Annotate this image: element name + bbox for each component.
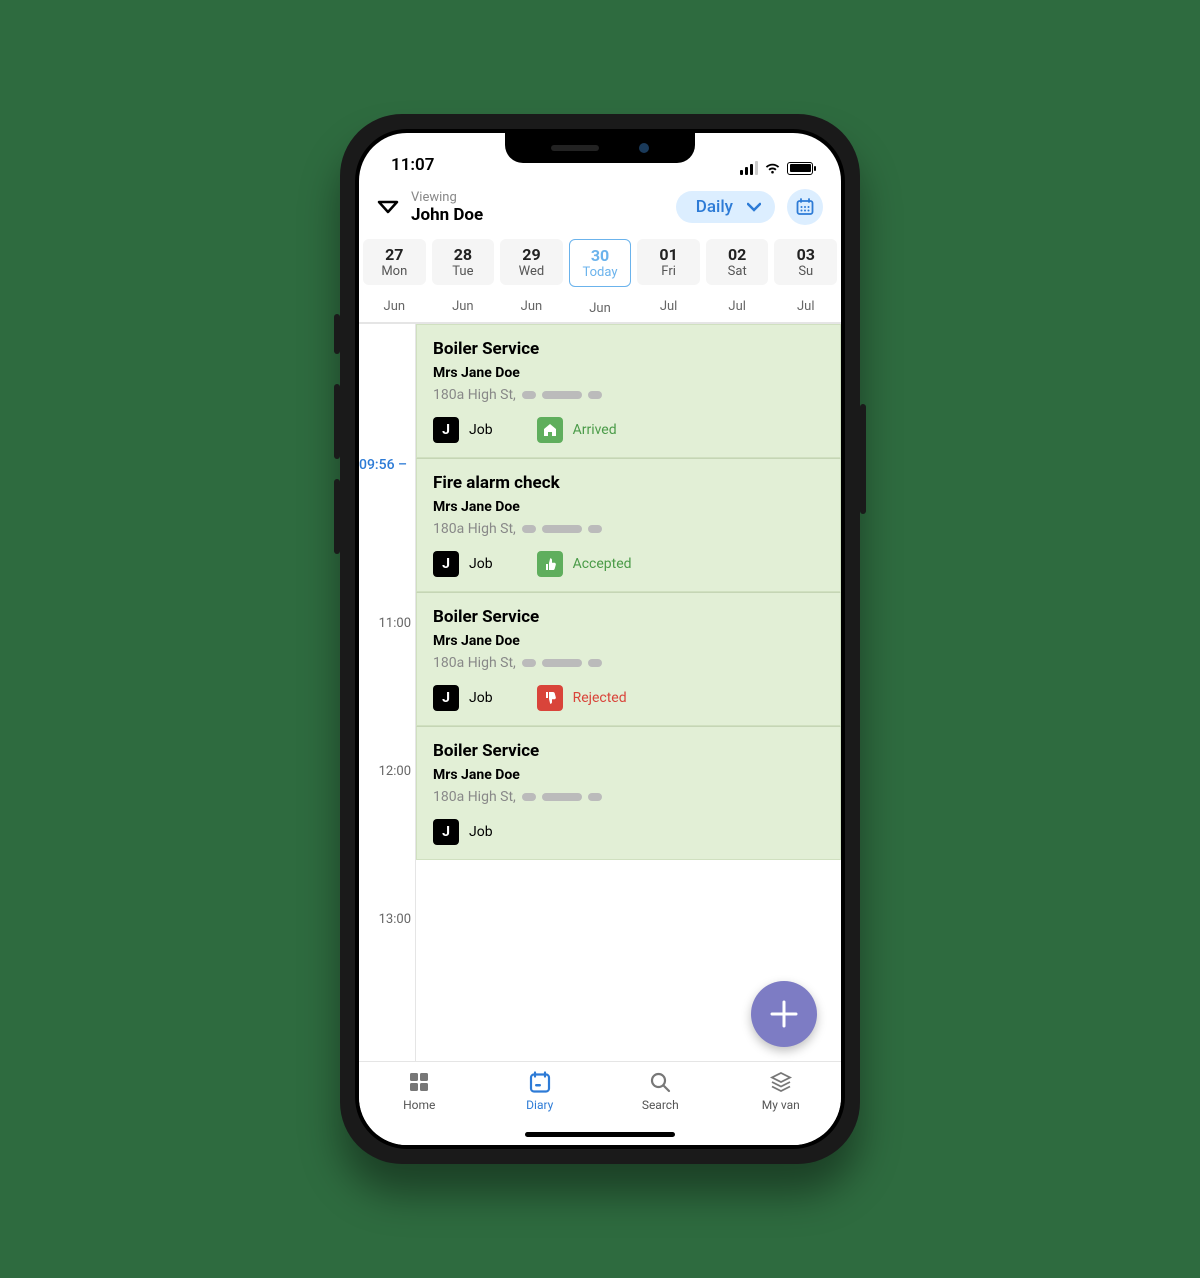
- date-number: 03: [776, 245, 835, 264]
- job-label: Job: [469, 556, 493, 572]
- date-number: 29: [502, 245, 561, 264]
- event-card[interactable]: Boiler Service Mrs Jane Doe 180a High St…: [416, 324, 841, 458]
- wifi-icon: [764, 162, 781, 175]
- date-number: 02: [708, 245, 767, 264]
- date-dow: Fri: [639, 264, 698, 279]
- date-dow: Today: [572, 265, 629, 280]
- date-month: Jul: [637, 285, 700, 314]
- time-label: 13:00: [379, 912, 411, 927]
- event-card[interactable]: Boiler Service Mrs Jane Doe 180a High St…: [416, 592, 841, 726]
- mute-switch: [334, 314, 340, 354]
- search-icon: [648, 1070, 672, 1094]
- event-title: Boiler Service: [433, 741, 824, 761]
- job-label: Job: [469, 690, 493, 706]
- time-column: 11:00 12:00 13:00 09:56 –: [359, 324, 415, 1061]
- arrived-icon: [537, 417, 563, 443]
- status-time: 11:07: [391, 155, 434, 175]
- calendar-button[interactable]: [787, 189, 823, 225]
- status-label: Rejected: [573, 690, 627, 706]
- date-cell[interactable]: 01Fri Jul: [637, 239, 700, 316]
- event-address: 180a High St,: [433, 521, 824, 537]
- date-cell[interactable]: 30Today Jun: [569, 239, 632, 316]
- date-strip[interactable]: 27Mon Jun 28Tue Jun 29Wed Jun 30Today Jun 01Fri J…: [359, 239, 841, 322]
- tab-home[interactable]: Home: [359, 1070, 480, 1145]
- rejected-icon: [537, 685, 563, 711]
- event-customer: Mrs Jane Doe: [433, 499, 824, 515]
- power-button: [860, 404, 866, 514]
- date-month: Jun: [363, 285, 426, 314]
- home-indicator[interactable]: [525, 1132, 675, 1137]
- event-address: 180a High St,: [433, 387, 824, 403]
- status-label: Arrived: [573, 422, 617, 438]
- viewing-label: Viewing: [411, 190, 664, 205]
- date-month: Jul: [706, 285, 769, 314]
- time-label: 12:00: [379, 764, 411, 779]
- date-cell[interactable]: 28Tue Jun: [432, 239, 495, 316]
- time-label: 11:00: [379, 616, 411, 631]
- volume-down: [334, 479, 340, 554]
- event-address: 180a High St,: [433, 655, 824, 671]
- date-month: Jun: [569, 287, 632, 316]
- date-dow: Su: [776, 264, 835, 279]
- job-label: Job: [469, 824, 493, 840]
- date-number: 27: [365, 245, 424, 264]
- job-badge: J: [433, 417, 459, 443]
- event-customer: Mrs Jane Doe: [433, 767, 824, 783]
- date-dow: Tue: [434, 264, 493, 279]
- date-cell[interactable]: 03Su Jul: [774, 239, 837, 316]
- stack-icon: [769, 1070, 793, 1094]
- date-dow: Sat: [708, 264, 767, 279]
- events-column: Boiler Service Mrs Jane Doe 180a High St…: [415, 324, 841, 1061]
- tab-label: Diary: [526, 1098, 553, 1112]
- user-name: John Doe: [411, 205, 664, 225]
- chevron-down-icon: [747, 202, 761, 212]
- home-icon: [407, 1070, 431, 1094]
- event-customer: Mrs Jane Doe: [433, 633, 824, 649]
- accepted-icon: [537, 551, 563, 577]
- date-month: Jun: [500, 285, 563, 314]
- job-label: Job: [469, 422, 493, 438]
- date-cell[interactable]: 29Wed Jun: [500, 239, 563, 316]
- now-time-label: 09:56 –: [359, 457, 411, 473]
- event-address: 180a High St,: [433, 789, 824, 805]
- app-header: Viewing John Doe Daily: [359, 179, 841, 239]
- date-month: Jul: [774, 285, 837, 314]
- battery-icon: [787, 162, 813, 175]
- event-card[interactable]: Boiler Service Mrs Jane Doe 180a High St…: [416, 726, 841, 860]
- date-dow: Wed: [502, 264, 561, 279]
- event-customer: Mrs Jane Doe: [433, 365, 824, 381]
- event-title: Boiler Service: [433, 607, 824, 627]
- event-title: Fire alarm check: [433, 473, 824, 493]
- volume-up: [334, 384, 340, 459]
- phone-frame: 11:07 Viewing John Doe Daily: [340, 114, 860, 1164]
- tab-label: Home: [403, 1098, 435, 1112]
- event-card[interactable]: Fire alarm check Mrs Jane Doe 180a High …: [416, 458, 841, 592]
- date-number: 28: [434, 245, 493, 264]
- schedule-view[interactable]: 11:00 12:00 13:00 09:56 – Boiler Service Mr…: [359, 323, 841, 1061]
- plus-icon: [767, 997, 801, 1031]
- dropdown-icon[interactable]: [377, 198, 399, 216]
- notch: [505, 133, 695, 163]
- status-label: Accepted: [573, 556, 632, 572]
- date-dow: Mon: [365, 264, 424, 279]
- diary-icon: [528, 1070, 552, 1094]
- job-badge: J: [433, 685, 459, 711]
- view-mode-selector[interactable]: Daily: [676, 191, 775, 223]
- add-button[interactable]: [751, 981, 817, 1047]
- job-badge: J: [433, 819, 459, 845]
- view-mode-label: Daily: [696, 197, 733, 217]
- job-badge: J: [433, 551, 459, 577]
- date-cell[interactable]: 27Mon Jun: [363, 239, 426, 316]
- date-number: 01: [639, 245, 698, 264]
- tab-myvan[interactable]: My van: [721, 1070, 842, 1145]
- date-month: Jun: [432, 285, 495, 314]
- signal-icon: [740, 161, 758, 175]
- date-number: 30: [572, 246, 629, 265]
- date-cell[interactable]: 02Sat Jul: [706, 239, 769, 316]
- tab-label: Search: [642, 1098, 679, 1112]
- tab-label: My van: [762, 1098, 800, 1112]
- event-title: Boiler Service: [433, 339, 824, 359]
- calendar-icon: [796, 198, 814, 216]
